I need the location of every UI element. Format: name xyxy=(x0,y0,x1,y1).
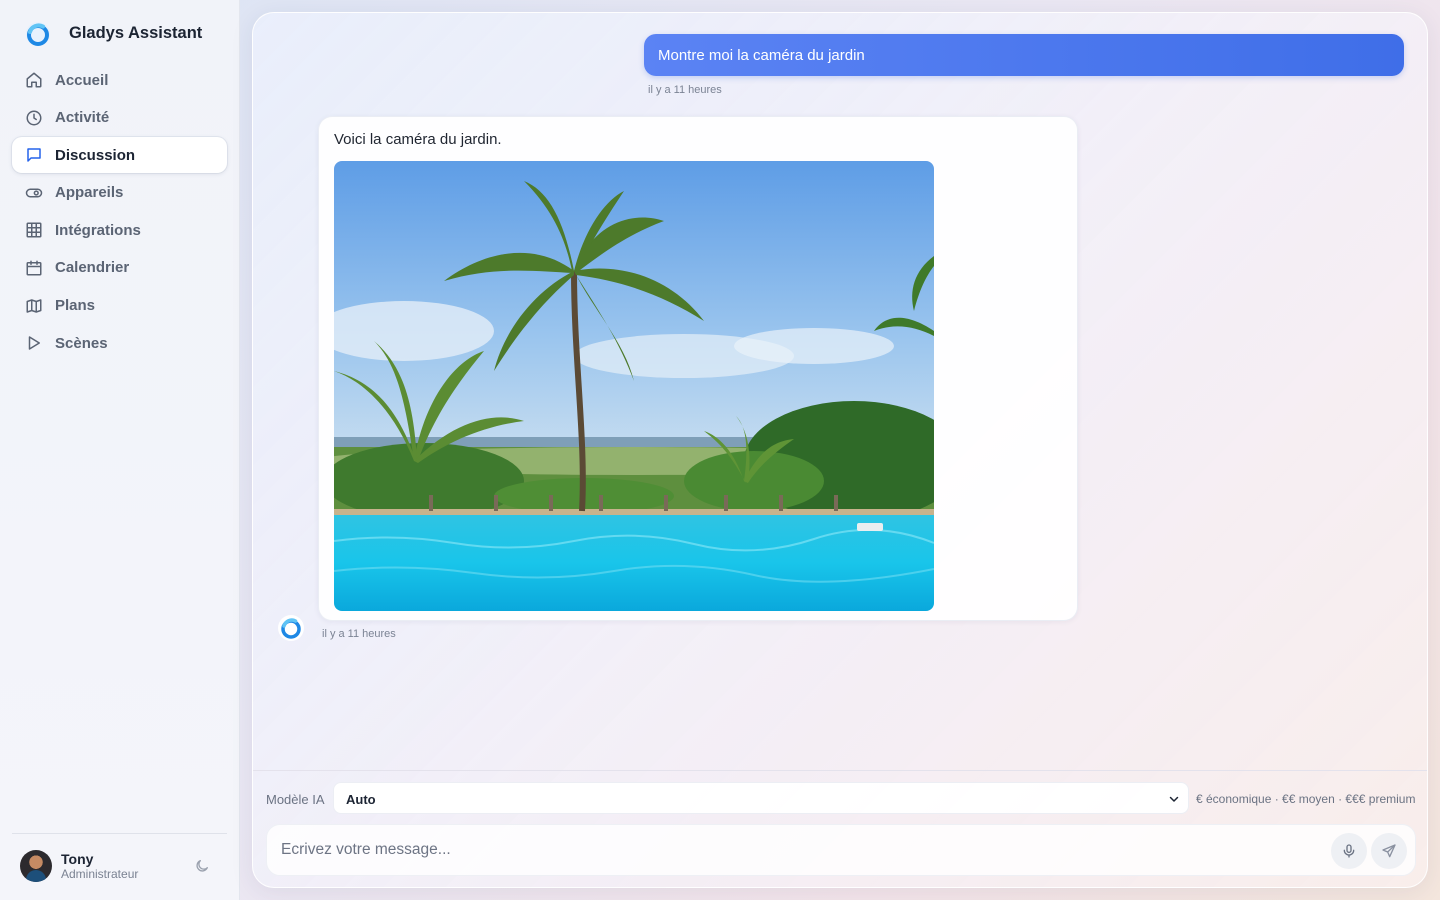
user-profile[interactable]: Tony Administrateur xyxy=(20,850,220,883)
sidebar: Gladys Assistant Accueil Activité Discus… xyxy=(0,0,240,900)
sidebar-item-label: Intégrations xyxy=(55,221,141,239)
chevron-down-icon xyxy=(1169,796,1179,802)
sidebar-item-integrations[interactable]: Intégrations xyxy=(12,212,227,248)
brand[interactable]: Gladys Assistant xyxy=(24,20,202,48)
composer-divider xyxy=(253,770,1427,771)
garden-camera-image[interactable] xyxy=(334,161,934,611)
model-select[interactable]: Auto xyxy=(333,782,1189,814)
sidebar-item-scenes[interactable]: Scènes xyxy=(12,325,227,361)
user-role: Administrateur xyxy=(61,867,139,881)
avatar xyxy=(20,850,52,882)
sidebar-item-label: Scènes xyxy=(55,334,108,352)
sidebar-item-accueil[interactable]: Accueil xyxy=(12,62,227,98)
microphone-icon xyxy=(1343,844,1355,858)
grid-icon xyxy=(26,222,42,238)
model-select-value: Auto xyxy=(346,792,376,807)
moon-icon[interactable] xyxy=(194,858,210,874)
user-name: Tony xyxy=(61,851,94,867)
sidebar-item-label: Appareils xyxy=(55,184,124,202)
home-icon xyxy=(26,72,42,88)
sidebar-item-discussion[interactable]: Discussion xyxy=(12,137,227,174)
sidebar-item-label: Activité xyxy=(55,109,110,127)
send-icon xyxy=(1382,844,1396,858)
microphone-button[interactable] xyxy=(1331,833,1367,869)
sidebar-item-label: Discussion xyxy=(55,146,136,164)
sidebar-item-plans[interactable]: Plans xyxy=(12,288,227,324)
message-square-icon xyxy=(27,148,41,162)
message-input[interactable] xyxy=(281,835,1321,865)
model-label: Modèle IA xyxy=(266,792,325,807)
sidebar-item-activite[interactable]: Activité xyxy=(12,100,227,136)
message-timestamp: il y a 11 heures xyxy=(648,84,722,96)
sidebar-item-label: Accueil xyxy=(55,71,109,89)
model-price-hint: € économique · €€ moyen · €€€ premium xyxy=(1196,792,1416,806)
message-composer xyxy=(266,824,1416,876)
sidebar-item-label: Calendrier xyxy=(55,259,130,277)
user-message-bubble: Montre moi la caméra du jardin xyxy=(644,34,1404,76)
sidebar-item-calendrier[interactable]: Calendrier xyxy=(12,250,227,286)
map-icon xyxy=(26,298,42,313)
sidebar-divider xyxy=(12,833,227,834)
message-timestamp: il y a 11 heures xyxy=(322,628,396,640)
calendar-icon xyxy=(26,260,42,276)
sidebar-item-appareils[interactable]: Appareils xyxy=(12,175,227,211)
gladys-logo-icon xyxy=(26,22,50,46)
chat-panel: Montre moi la caméra du jardin il y a 11… xyxy=(252,12,1428,888)
clock-icon xyxy=(26,110,42,126)
assistant-message-text: Voici la caméra du jardin. xyxy=(334,131,502,148)
sidebar-item-label: Plans xyxy=(55,297,96,315)
assistant-avatar-icon xyxy=(278,615,304,641)
toggle-icon xyxy=(25,188,43,198)
play-icon xyxy=(28,336,40,350)
sidebar-nav: Accueil Activité Discussion Appareils In… xyxy=(12,62,227,363)
send-button[interactable] xyxy=(1371,833,1407,869)
app-title: Gladys Assistant xyxy=(69,24,203,42)
assistant-message-bubble: Voici la caméra du jardin. xyxy=(318,116,1078,621)
